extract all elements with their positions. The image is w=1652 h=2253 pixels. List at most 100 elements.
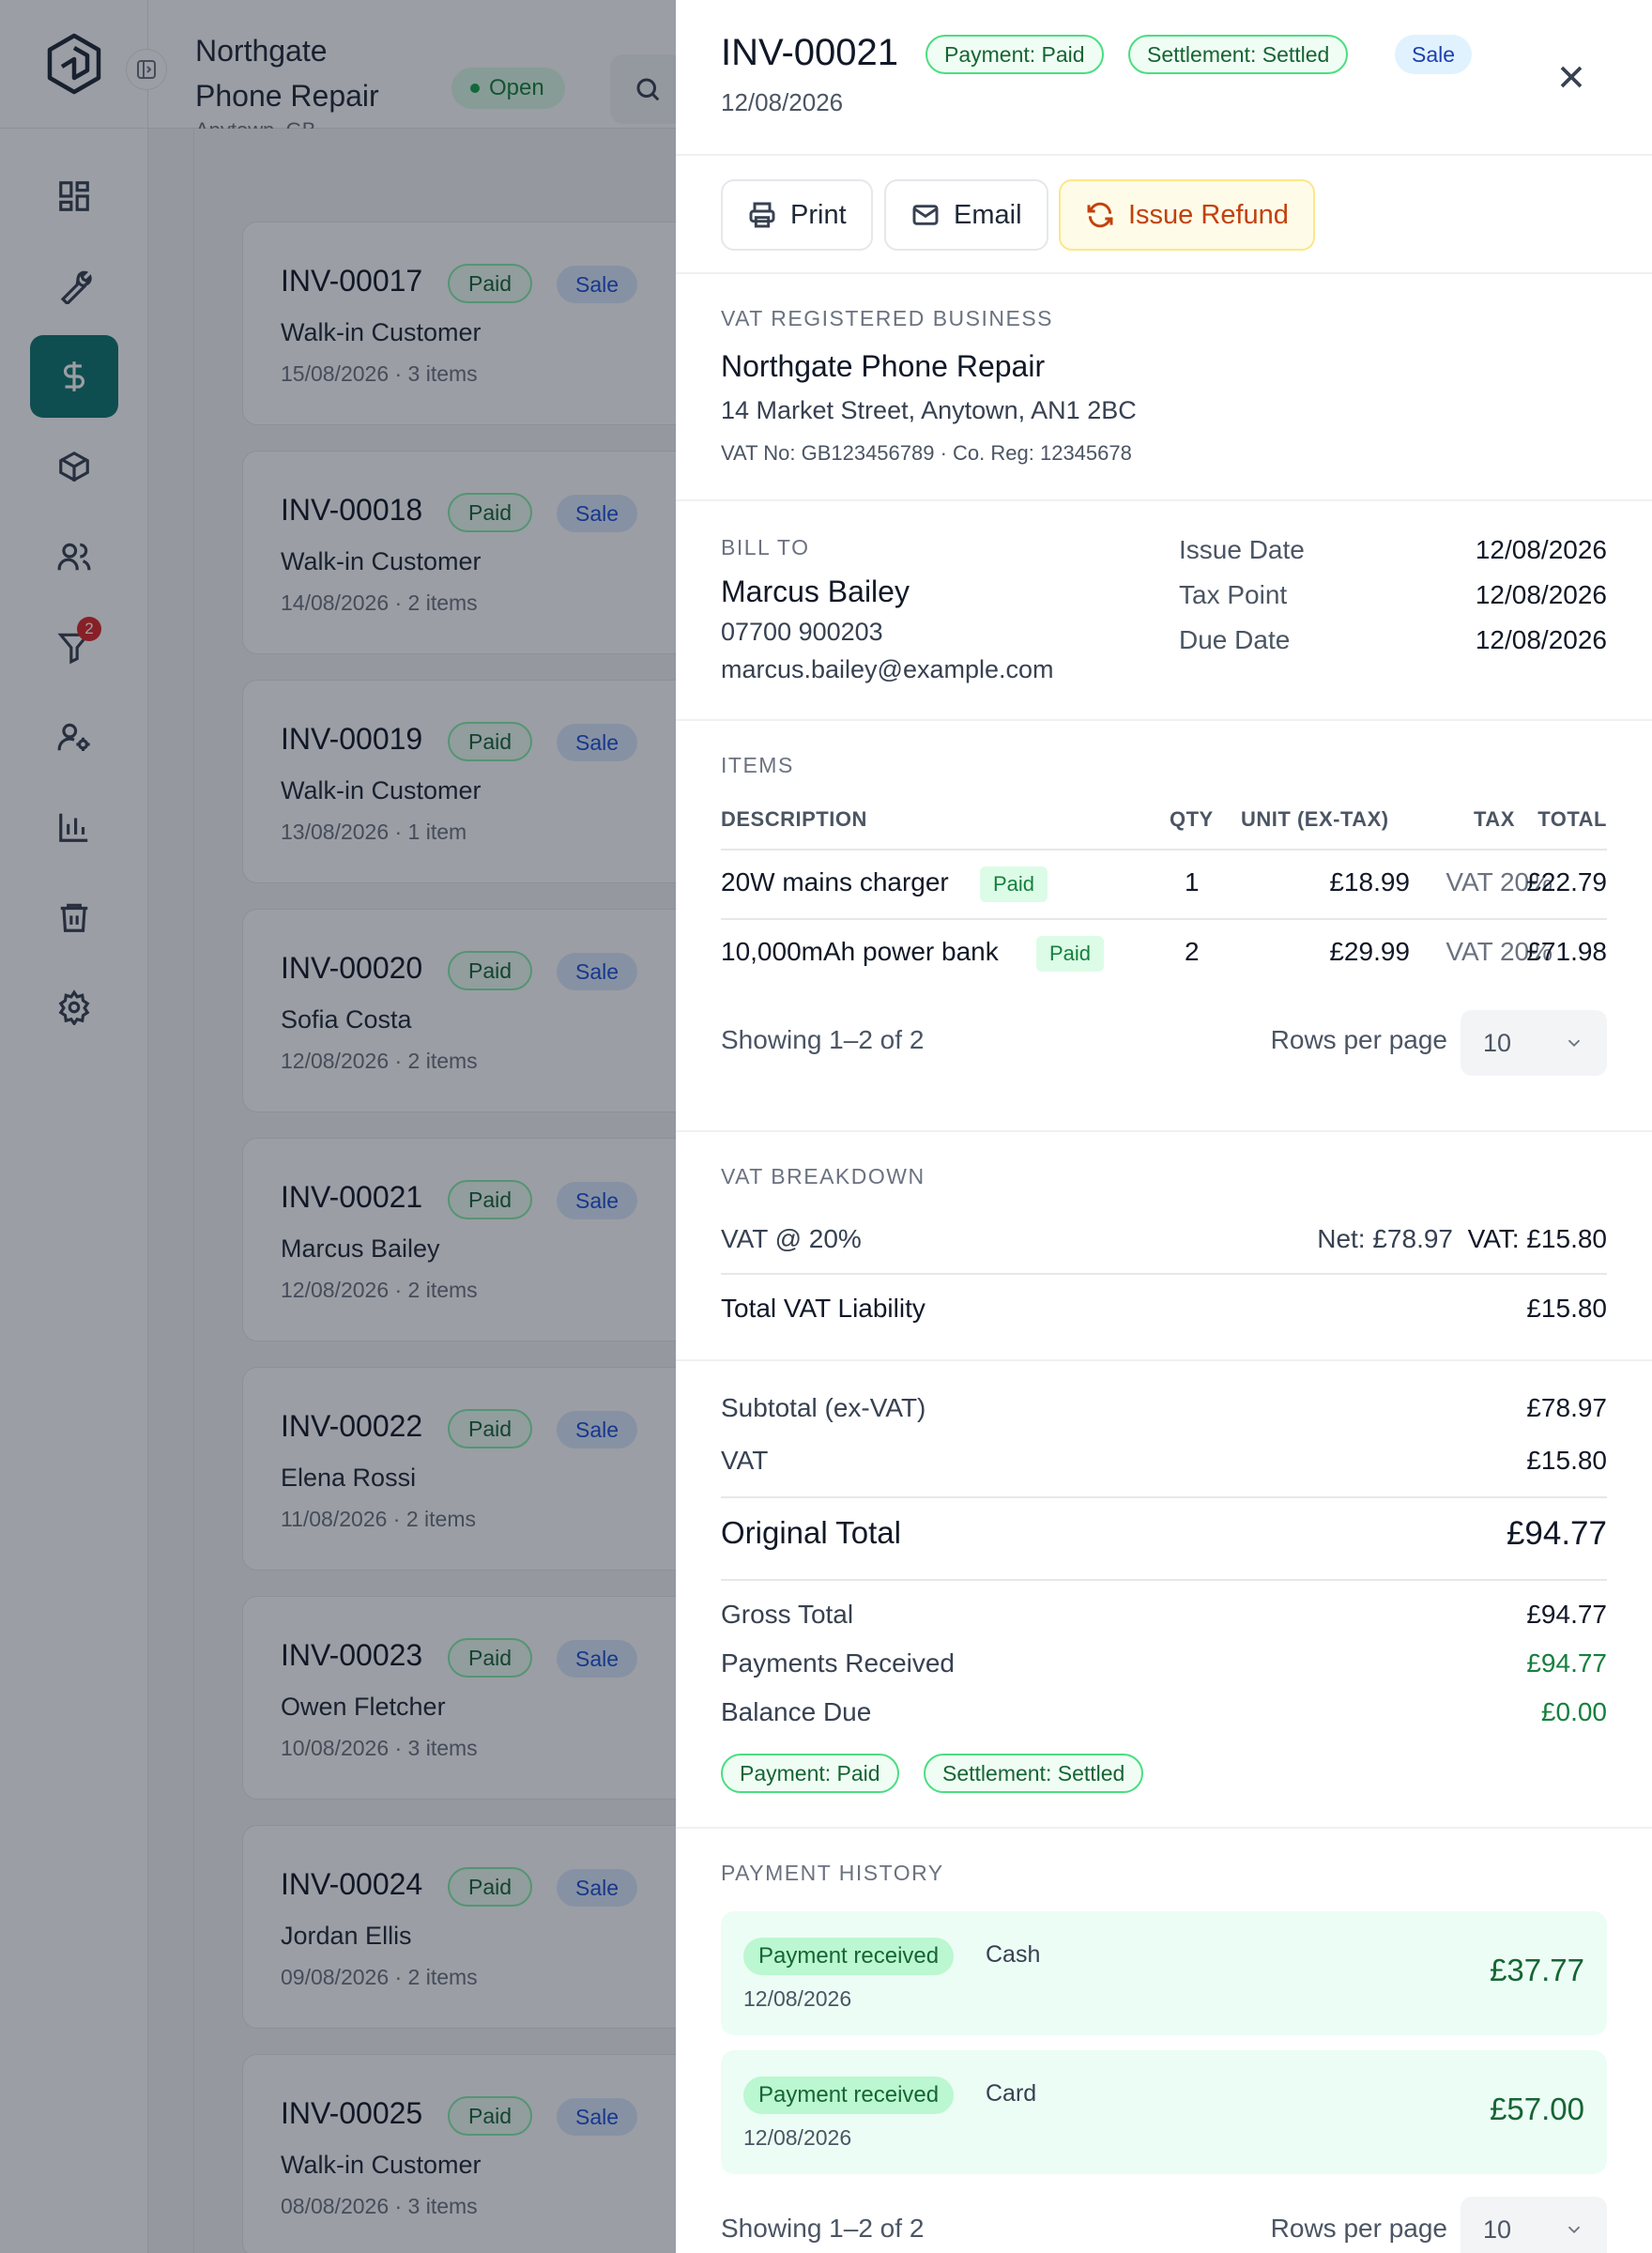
issue-refund-button[interactable]: Issue Refund — [1059, 179, 1315, 251]
refresh-icon — [1087, 202, 1113, 228]
item-total: £71.98 — [1526, 937, 1607, 966]
customer-email: marcus.bailey@example.com — [721, 655, 1054, 683]
item-description: 20W mains charger — [721, 867, 949, 897]
item-total: £22.79 — [1526, 867, 1607, 897]
items-label: ITEMS — [721, 753, 794, 777]
original-total-value: £94.77 — [1506, 1515, 1607, 1552]
item-unit-price: £29.99 — [1329, 937, 1410, 966]
rows-per-page-value: 10 — [1483, 2215, 1512, 2244]
invoice-date: 12/08/2026 — [721, 88, 844, 116]
issue-date-label: Issue Date — [1179, 535, 1305, 564]
drawer-header: INV-00021 Payment: Paid Settlement: Sett… — [676, 0, 1652, 156]
column-header-tax: TAX — [1474, 807, 1515, 831]
customer-phone: 07700 900203 — [721, 618, 883, 646]
payments-received-value: £94.77 — [1526, 1648, 1607, 1678]
item-description: 10,000mAh power bank — [721, 937, 999, 966]
column-header-qty: QTY — [1170, 807, 1214, 831]
column-header-total: TOTAL — [1537, 807, 1607, 831]
settlement-status-chip: Settlement: Settled — [1128, 35, 1349, 74]
rows-per-page-select[interactable]: 10 — [1461, 2197, 1607, 2253]
column-header-description: DESCRIPTION — [721, 807, 867, 831]
vat-net: Net: £78.97 — [1317, 1224, 1453, 1253]
due-date-label: Due Date — [1179, 625, 1291, 654]
close-button[interactable] — [1549, 54, 1594, 100]
item-status-badge: Paid — [980, 866, 1048, 902]
business-label: VAT REGISTERED BUSINESS — [721, 306, 1054, 330]
chevron-down-icon — [1568, 2226, 1581, 2234]
tax-point-label: Tax Point — [1179, 580, 1288, 609]
business-section: VAT REGISTERED BUSINESS Northgate Phone … — [676, 274, 1652, 501]
printer-icon — [749, 202, 775, 228]
print-label: Print — [790, 199, 847, 230]
totals-divider — [721, 1579, 1607, 1581]
vat-value: £15.80 — [1526, 1446, 1607, 1475]
email-label: Email — [954, 199, 1022, 230]
gross-total-label: Gross Total — [721, 1600, 854, 1629]
settlement-status-chip: Settlement: Settled — [924, 1754, 1144, 1793]
item-qty: 1 — [1185, 867, 1200, 897]
business-name: Northgate Phone Repair — [721, 349, 1046, 383]
issue-date-value: 12/08/2026 — [1475, 535, 1607, 564]
email-button[interactable]: Email — [884, 179, 1048, 251]
payment-status-chip: Payment: Paid — [721, 1754, 899, 1793]
drawer-actions: Print Email Issue Refund — [676, 156, 1652, 274]
rows-per-page-label: Rows per page — [1270, 1025, 1447, 1054]
items-pagination-summary: Showing 1–2 of 2 — [721, 1025, 925, 1054]
vat-label: VAT — [721, 1446, 769, 1475]
item-unit-price: £18.99 — [1329, 867, 1410, 897]
balance-due-label: Balance Due — [721, 1697, 872, 1726]
payment-method: Card — [986, 2080, 1037, 2107]
subtotal-value: £78.97 — [1526, 1393, 1607, 1422]
totals-section: Subtotal (ex-VAT) £78.97 VAT £15.80 Orig… — [676, 1361, 1652, 1829]
bill-to-section: BILL TO Marcus Bailey 07700 900203 marcu… — [676, 501, 1652, 721]
payment-date: 12/08/2026 — [743, 2125, 852, 2150]
bill-to-label: BILL TO — [721, 535, 810, 559]
column-header-unit: UNIT (EX-TAX) — [1241, 807, 1389, 831]
payments-pagination-summary: Showing 1–2 of 2 — [721, 2214, 925, 2243]
payment-status-chip: Payment: Paid — [925, 35, 1104, 74]
mail-icon — [912, 205, 939, 225]
rows-per-page-label: Rows per page — [1270, 2214, 1447, 2243]
rows-per-page-value: 10 — [1483, 1028, 1512, 1057]
close-icon — [1560, 66, 1583, 88]
payment-amount: £57.00 — [1490, 2092, 1584, 2126]
payment-entry: Payment received Cash 12/08/2026 £37.77 — [721, 1911, 1607, 2035]
business-vat-number: VAT No: GB123456789 · Co. Reg: 12345678 — [721, 441, 1132, 465]
invoice-number: INV-00021 — [721, 32, 899, 73]
gross-total-value: £94.77 — [1526, 1600, 1607, 1629]
balance-due-value: £0.00 — [1540, 1697, 1607, 1726]
chevron-down-icon — [1568, 1039, 1581, 1048]
payment-date: 12/08/2026 — [743, 1986, 852, 2011]
tax-point-value: 12/08/2026 — [1475, 580, 1607, 609]
payment-status-badge: Payment received — [743, 1938, 955, 1975]
item-status-badge: Paid — [1036, 936, 1105, 972]
payments-received-label: Payments Received — [721, 1648, 956, 1678]
table-divider — [721, 918, 1607, 920]
payment-method: Cash — [986, 1941, 1041, 1968]
payment-history-label: PAYMENT HISTORY — [721, 1861, 944, 1885]
refund-label: Issue Refund — [1128, 199, 1289, 230]
customer-name: Marcus Bailey — [721, 575, 910, 608]
payment-status-badge: Payment received — [743, 2077, 955, 2114]
payment-entry: Payment received Card 12/08/2026 £57.00 — [721, 2050, 1607, 2174]
invoice-drawer: INV-00021 Payment: Paid Settlement: Sett… — [676, 0, 1652, 2253]
payment-history-section: PAYMENT HISTORY Payment received Cash 12… — [676, 1829, 1652, 2253]
vat-breakdown-section: VAT BREAKDOWN VAT @ 20% Net: £78.97 VAT:… — [676, 1132, 1652, 1361]
vat-amount: VAT: £15.80 — [1467, 1224, 1607, 1253]
business-address: 14 Market Street, Anytown, AN1 2BC — [721, 396, 1137, 424]
items-section: ITEMS DESCRIPTION QTY UNIT (EX-TAX) TAX … — [676, 721, 1652, 1132]
vat-liability-value: £15.80 — [1526, 1294, 1607, 1323]
vat-rate-label: VAT @ 20% — [721, 1224, 862, 1253]
rows-per-page-select[interactable]: 10 — [1461, 1010, 1607, 1076]
table-divider — [721, 849, 1607, 851]
type-chip: Sale — [1395, 35, 1473, 74]
vat-liability-label: Total VAT Liability — [721, 1294, 925, 1323]
totals-divider — [721, 1496, 1607, 1498]
print-button[interactable]: Print — [721, 179, 873, 251]
original-total-label: Original Total — [721, 1515, 901, 1550]
payment-amount: £37.77 — [1490, 1953, 1584, 1987]
due-date-value: 12/08/2026 — [1475, 625, 1607, 654]
subtotal-label: Subtotal (ex-VAT) — [721, 1393, 926, 1422]
item-qty: 2 — [1185, 937, 1200, 966]
vat-divider — [721, 1273, 1607, 1275]
